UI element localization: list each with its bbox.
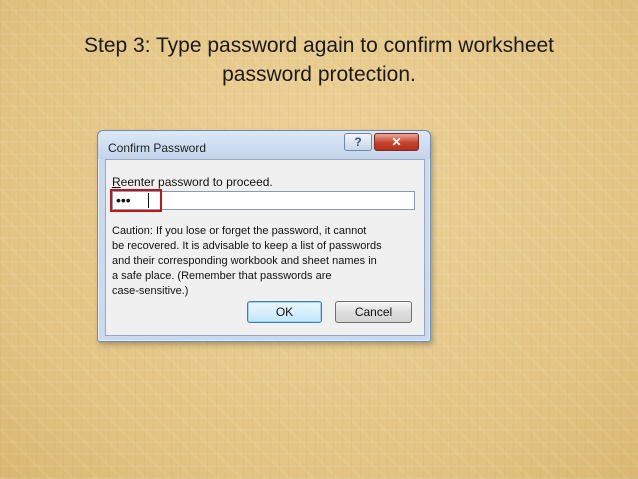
caution-message: Caution: If you lose or forget the passw… [112, 224, 417, 299]
dialog-title: Confirm Password [108, 141, 207, 155]
close-button[interactable]: ✕ [374, 133, 419, 151]
password-prompt-label: Reenter password to proceed. [112, 175, 273, 189]
password-highlight-box [110, 189, 162, 212]
caution-line: a safe place. (Remember that passwords a… [112, 270, 332, 282]
cancel-button[interactable]: Cancel [335, 301, 412, 323]
ok-button[interactable]: OK [247, 301, 322, 323]
prompt-access-key: R [112, 175, 121, 189]
close-icon: ✕ [391, 135, 402, 149]
caution-line: be recovered. It is advisable to keep a … [112, 240, 382, 252]
slide-title: Step 3: Type password again to confirm w… [40, 31, 598, 89]
slide-title-line-2: password protection. [222, 63, 416, 86]
caution-line: Caution: If you lose or forget the passw… [112, 225, 367, 237]
slide-title-line-1: Step 3: Type password again to confirm w… [83, 34, 555, 57]
help-button[interactable]: ? [344, 133, 372, 151]
prompt-text: eenter password to proceed. [120, 175, 273, 189]
confirm-password-dialog: Confirm Password ? ✕ Reenter password to… [97, 130, 431, 342]
dialog-titlebar[interactable]: Confirm Password ? ✕ [98, 131, 430, 159]
dialog-body: Reenter password to proceed. ••• Caution… [105, 159, 425, 336]
help-icon: ? [354, 135, 362, 149]
caution-line: case-sensitive.) [112, 285, 189, 297]
caution-line: and their corresponding workbook and she… [112, 255, 377, 267]
